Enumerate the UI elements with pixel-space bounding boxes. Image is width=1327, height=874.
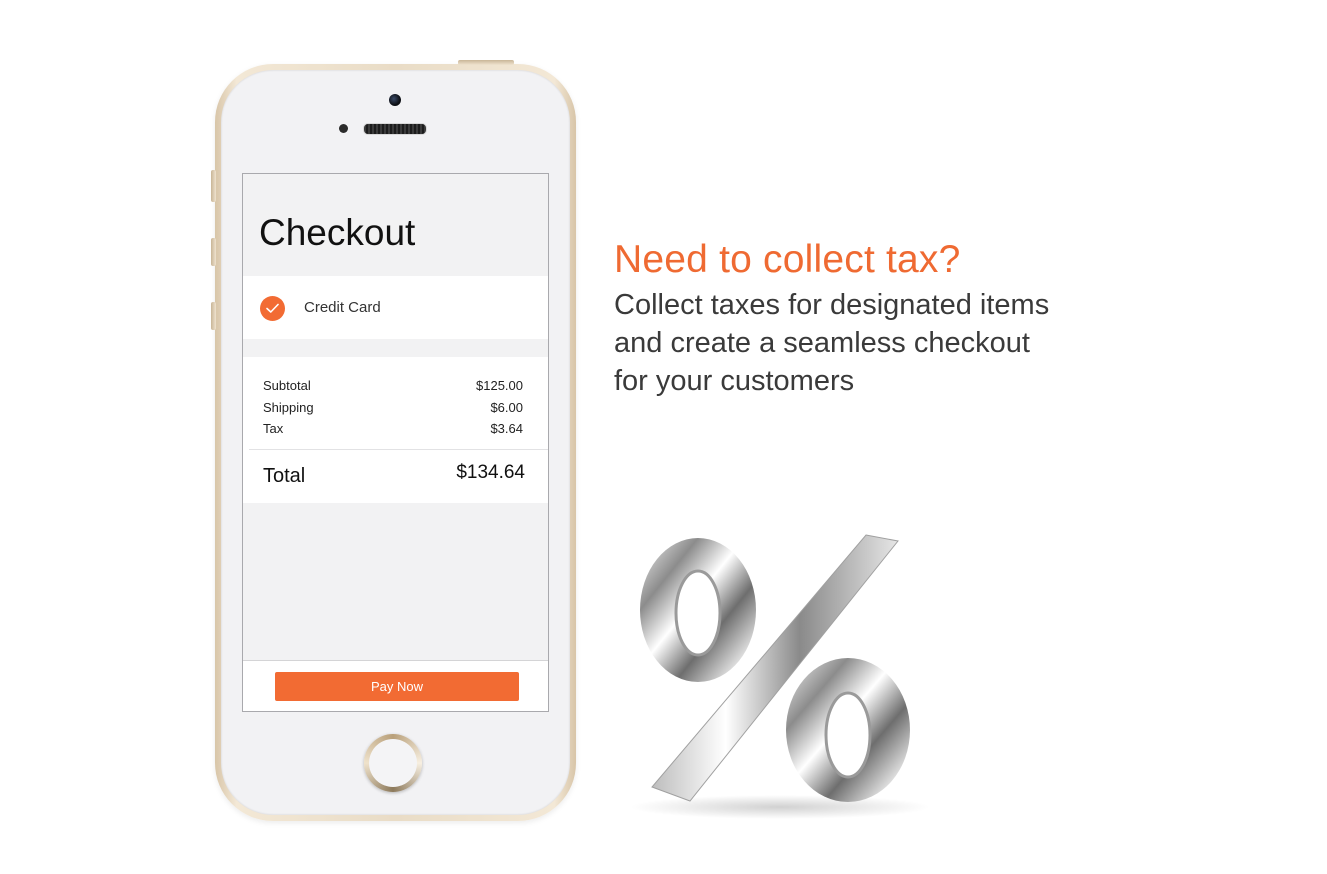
summary-value: $125.00 (476, 378, 523, 393)
summary-value: $6.00 (490, 400, 523, 415)
front-camera (389, 94, 401, 106)
selected-indicator (260, 296, 285, 321)
footer-bar: Pay Now (243, 660, 548, 711)
summary-row-subtotal: Subtotal $125.00 (263, 378, 523, 393)
summary-row-shipping: Shipping $6.00 (263, 400, 523, 415)
summary-label: Shipping (263, 400, 314, 415)
checkmark-icon (266, 303, 279, 313)
promo-description: Collect taxes for designated items and c… (614, 286, 1134, 400)
summary-row-tax: Tax $3.64 (263, 421, 523, 436)
earpiece-speaker (363, 123, 427, 135)
proximity-sensor (339, 124, 348, 133)
power-button (458, 60, 514, 65)
screen-title: Checkout (259, 212, 416, 253)
summary-label: Subtotal (263, 378, 311, 393)
summary-value: $3.64 (490, 421, 523, 436)
summary-divider (249, 449, 548, 450)
home-button[interactable] (364, 734, 422, 792)
summary-label: Tax (263, 421, 284, 436)
mute-switch (211, 170, 216, 202)
total-value: $134.64 (456, 462, 525, 483)
percent-sign-icon (630, 534, 930, 819)
promo-headline: Need to collect tax? (614, 238, 961, 281)
order-summary: Subtotal $125.00 Shipping $6.00 Tax $3.6… (243, 357, 548, 503)
promo-line: for your customers (614, 365, 855, 397)
payment-method-label: Credit Card (304, 299, 381, 316)
payment-method-option[interactable]: Credit Card (243, 276, 548, 339)
total-label: Total (263, 465, 306, 487)
volume-up-button (211, 238, 216, 266)
promo-line: Collect taxes for designated items (614, 289, 1050, 321)
checkout-screen: Checkout Credit Card Subtotal $125.00 Sh… (242, 173, 549, 712)
volume-down-button (211, 302, 216, 330)
promo-line: and create a seamless checkout (614, 327, 1030, 359)
pay-now-button[interactable]: Pay Now (275, 672, 519, 701)
